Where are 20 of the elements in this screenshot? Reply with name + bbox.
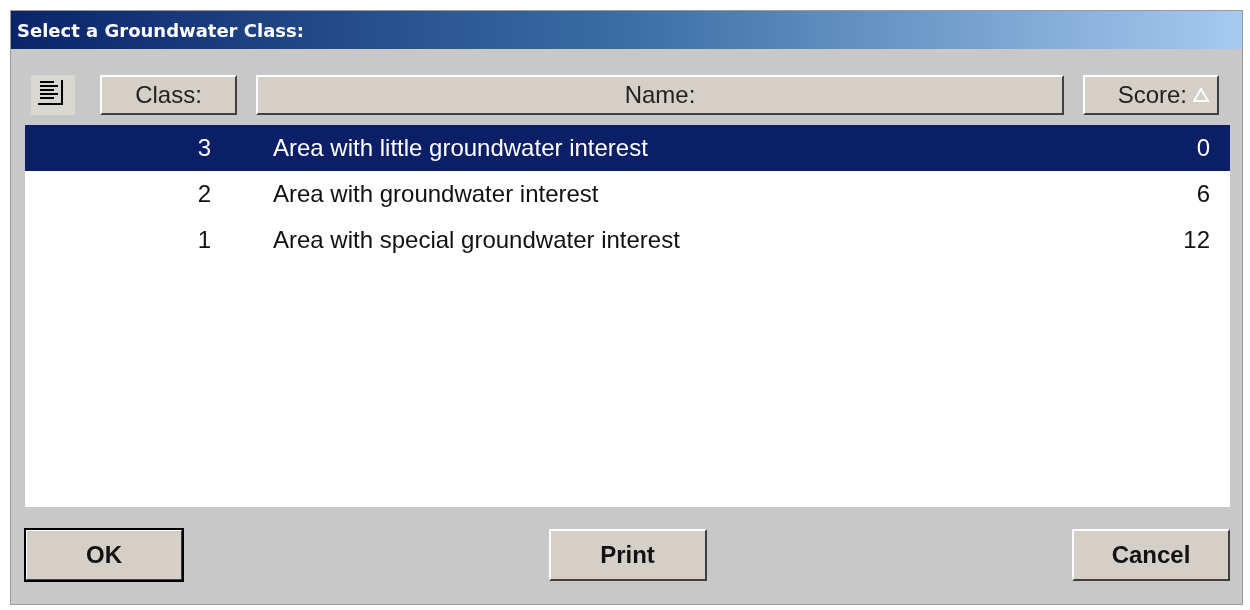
column-header[interactable]: Class: bbox=[100, 75, 237, 115]
sort-ascending-icon bbox=[1193, 88, 1209, 102]
list-row[interactable]: 3 Area with little groundwater interest 0 bbox=[25, 125, 1230, 171]
score-cell-text: 0 bbox=[1195, 134, 1211, 162]
score-cell-text: 12 bbox=[1182, 226, 1211, 254]
class-cell-text: 2 bbox=[196, 180, 212, 208]
dialog-button[interactable]: OK bbox=[25, 529, 183, 581]
column-menu-button[interactable] bbox=[31, 75, 75, 115]
name-cell-text: Area with little groundwater interest bbox=[272, 134, 649, 162]
dialog-button[interactable]: Print bbox=[548, 529, 707, 581]
dialog-button[interactable]: Cancel bbox=[1072, 529, 1230, 581]
list-icon bbox=[37, 79, 65, 105]
name-cell-text: Area with special groundwater interest bbox=[272, 226, 681, 254]
column-header[interactable]: Score: bbox=[1083, 75, 1219, 115]
class-cell-text: 1 bbox=[196, 226, 212, 254]
class-cell-text: 3 bbox=[196, 134, 212, 162]
score-cell-text: 6 bbox=[1195, 180, 1211, 208]
name-cell-text: Area with groundwater interest bbox=[272, 180, 600, 208]
column-header[interactable]: Name: bbox=[256, 75, 1064, 115]
window-title: Select a Groundwater Class: bbox=[11, 11, 1242, 49]
